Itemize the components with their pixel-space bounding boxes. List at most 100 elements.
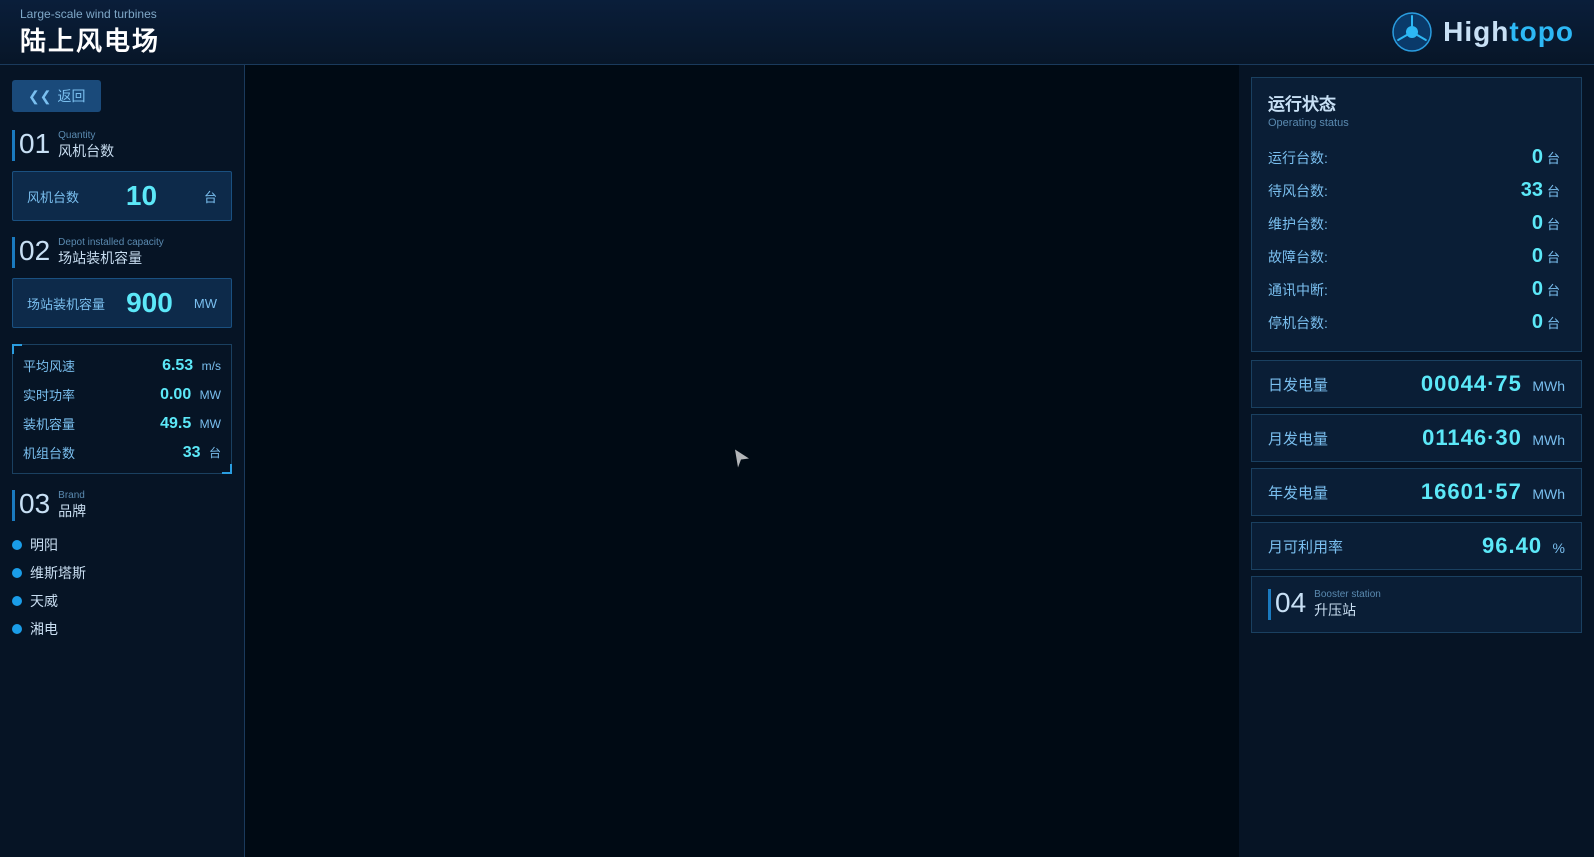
- op-value-5: 0: [1503, 311, 1543, 334]
- energy-unit-0: MWh: [1532, 378, 1565, 394]
- op-val-group-5: 0 台: [1503, 311, 1565, 334]
- energy-label-1: 月发电量: [1268, 428, 1328, 449]
- energy-value-3: 96.40: [1482, 533, 1542, 558]
- section01-stat-label: 风机台数: [27, 187, 79, 206]
- op-value-1: 33: [1503, 179, 1543, 202]
- energy-val-group-0: 00044·75 MWh: [1421, 371, 1565, 397]
- metric-value-3: 33 台: [183, 444, 221, 462]
- energy-value-0: 00044·75: [1421, 371, 1522, 396]
- section04-num: 04: [1275, 589, 1306, 617]
- op-unit-0: 台: [1547, 148, 1565, 167]
- section01-num: 01: [19, 130, 50, 158]
- op-label-5: 停机台数:: [1268, 313, 1328, 333]
- header-title: 陆上风电场: [20, 21, 160, 58]
- energy-label-0: 日发电量: [1268, 374, 1328, 395]
- energy-card-2: 年发电量 16601·57 MWh: [1251, 468, 1582, 516]
- brand-name-0: 明阳: [30, 535, 58, 555]
- energy-unit-3: %: [1553, 540, 1565, 556]
- op-label-2: 维护台数:: [1268, 214, 1328, 234]
- op-val-group-0: 0 台: [1503, 146, 1565, 169]
- back-arrow-icon: ❮❮: [28, 88, 51, 105]
- metric-row-3: 机组台数 33 台: [23, 438, 221, 467]
- section01-stat-unit: 台: [204, 187, 217, 206]
- op-row-1: 待风台数: 33 台: [1268, 174, 1565, 207]
- section04-card: 04 Booster station 升压站: [1251, 576, 1582, 633]
- logo-area: Hightopo: [1391, 11, 1574, 53]
- section02-header: 02 Depot installed capacity 场站装机容量: [12, 237, 232, 268]
- section04-labels: Booster station 升压站: [1314, 589, 1381, 620]
- op-val-group-1: 33 台: [1503, 179, 1565, 202]
- energy-val-group-3: 96.40 %: [1482, 533, 1565, 559]
- brand-item-3: 湘电: [12, 615, 232, 643]
- right-panel: 运行状态 Operating status 运行台数: 0 台 待风台数: 33…: [1239, 65, 1594, 857]
- metric-value-0: 6.53 m/s: [162, 357, 221, 375]
- op-row-2: 维护台数: 0 台: [1268, 207, 1565, 240]
- section01-stat-value: 10: [126, 180, 157, 212]
- brand-dot-2: [12, 596, 22, 606]
- section04-header: 04 Booster station 升压站: [1268, 589, 1565, 620]
- metric-value-1: 0.00 MW: [160, 386, 221, 404]
- section03-en: Brand: [58, 490, 86, 501]
- metric-row-2: 装机容量 49.5 MW: [23, 409, 221, 438]
- metric-row-0: 平均风速 6.53 m/s: [23, 351, 221, 380]
- section02-en: Depot installed capacity: [58, 237, 164, 248]
- brand-item-0: 明阳: [12, 531, 232, 559]
- op-value-4: 0: [1503, 278, 1543, 301]
- energy-card-3: 月可利用率 96.40 %: [1251, 522, 1582, 570]
- op-label-3: 故障台数:: [1268, 247, 1328, 267]
- op-label-1: 待风台数:: [1268, 181, 1328, 201]
- main-canvas: [245, 65, 1239, 857]
- brand-item-2: 天威: [12, 587, 232, 615]
- sidebar: ❮❮ 返回 01 Quantity 风机台数 风机台数 10 台 02 Depo…: [0, 65, 245, 857]
- op-value-0: 0: [1503, 146, 1543, 169]
- metric-label-2: 装机容量: [23, 414, 75, 433]
- section03-num: 03: [19, 490, 50, 518]
- section03-header: 03 Brand 品牌: [12, 490, 232, 521]
- energy-cards-container: 日发电量 00044·75 MWh 月发电量 01146·30 MWh 年发电量…: [1239, 360, 1594, 570]
- metric-value-2: 49.5 MW: [160, 415, 221, 433]
- op-row-0: 运行台数: 0 台: [1268, 141, 1565, 174]
- op-unit-4: 台: [1547, 280, 1565, 299]
- logo-text: Hightopo: [1443, 16, 1574, 48]
- section01-header: 01 Quantity 风机台数: [12, 130, 232, 161]
- header-subtitle: Large-scale wind turbines: [20, 7, 160, 21]
- section02-num: 02: [19, 237, 50, 265]
- back-label: 返回: [57, 86, 85, 106]
- energy-unit-1: MWh: [1532, 432, 1565, 448]
- section02-stat-unit: MW: [194, 296, 217, 311]
- section03-cn: 品牌: [58, 501, 86, 521]
- section02-stat-box: 场站装机容量 900 MW: [12, 278, 232, 328]
- op-status-card: 运行状态 Operating status 运行台数: 0 台 待风台数: 33…: [1251, 77, 1582, 352]
- op-status-en: Operating status: [1268, 117, 1565, 129]
- brand-name-2: 天威: [30, 591, 58, 611]
- energy-label-2: 年发电量: [1268, 482, 1328, 503]
- op-row-5: 停机台数: 0 台: [1268, 306, 1565, 339]
- op-status-title: 运行状态: [1268, 90, 1565, 115]
- energy-value-2: 16601·57: [1421, 479, 1522, 504]
- brand-name-3: 湘电: [30, 619, 58, 639]
- energy-unit-2: MWh: [1532, 486, 1565, 502]
- section02-stat-value: 900: [126, 287, 173, 319]
- energy-label-3: 月可利用率: [1268, 536, 1343, 557]
- op-val-group-2: 0 台: [1503, 212, 1565, 235]
- section01-en: Quantity: [58, 130, 114, 141]
- metric-label-0: 平均风速: [23, 356, 75, 375]
- back-button[interactable]: ❮❮ 返回: [12, 80, 101, 112]
- logo-high: High: [1443, 16, 1509, 47]
- logo-icon: [1391, 11, 1433, 53]
- op-val-group-4: 0 台: [1503, 278, 1565, 301]
- op-value-2: 0: [1503, 212, 1543, 235]
- section01-cn: 风机台数: [58, 141, 114, 161]
- header: Large-scale wind turbines 陆上风电场 Hightopo: [0, 0, 1594, 65]
- op-label-0: 运行台数:: [1268, 148, 1328, 168]
- section01-stat-box: 风机台数 10 台: [12, 171, 232, 221]
- section03-labels: Brand 品牌: [58, 490, 86, 521]
- op-row-4: 通讯中断: 0 台: [1268, 273, 1565, 306]
- section02-labels: Depot installed capacity 场站装机容量: [58, 237, 164, 268]
- energy-value-1: 01146·30: [1422, 425, 1522, 450]
- op-row-3: 故障台数: 0 台: [1268, 240, 1565, 273]
- brand-dot-1: [12, 568, 22, 578]
- section04-cn: 升压站: [1314, 600, 1381, 620]
- logo-topo: topo: [1509, 16, 1574, 47]
- op-val-group-3: 0 台: [1503, 245, 1565, 268]
